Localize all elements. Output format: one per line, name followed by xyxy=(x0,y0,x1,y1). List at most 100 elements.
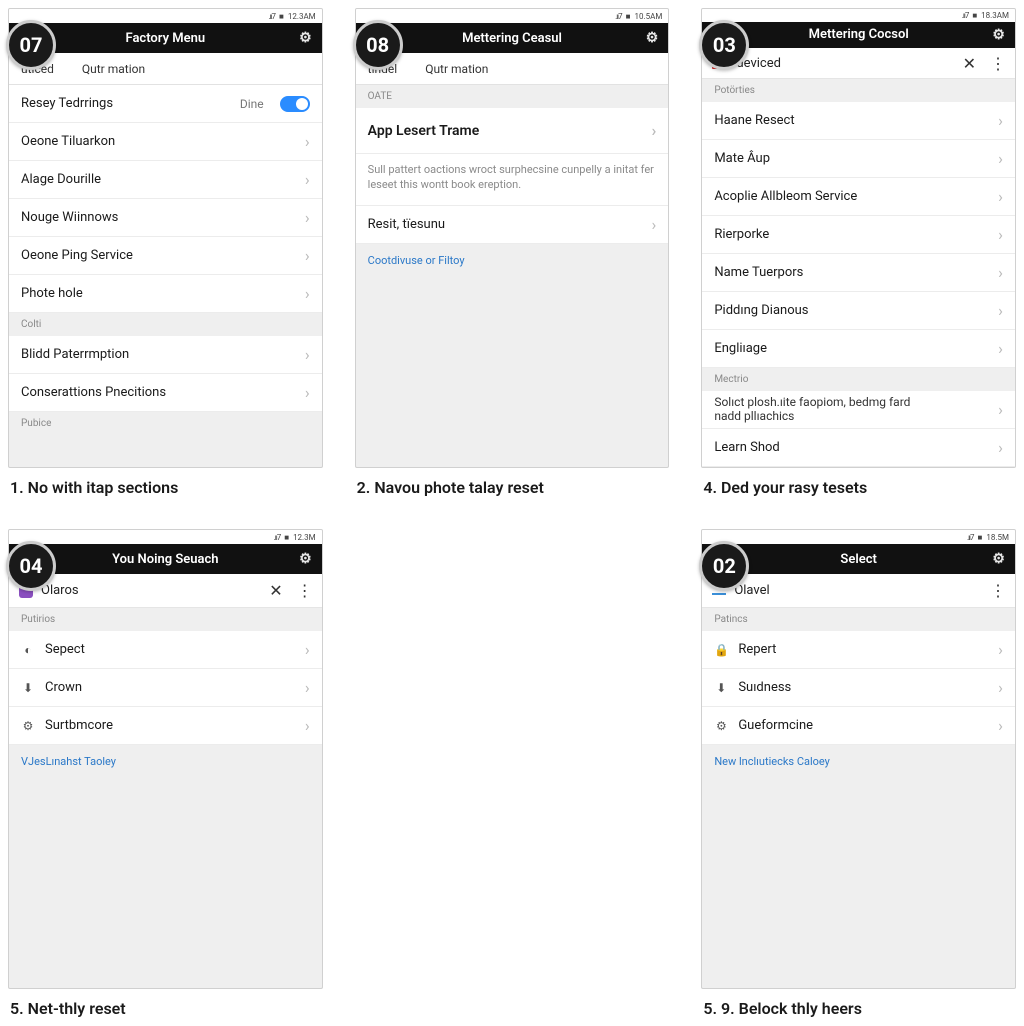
row-label: Blidd Paterrmption xyxy=(21,347,295,362)
section-mectrio: Mectrio xyxy=(702,368,1015,391)
toggle-switch[interactable] xyxy=(280,96,310,112)
cell-04: .ıı7 ■ 12.3M You Noing Seuach ⚙ Olaros ✕… xyxy=(8,529,323,1018)
link-new-incl[interactable]: New lnclıutiecks Caloey xyxy=(702,745,1015,778)
row-resey[interactable]: Resey Tedrrings Dine xyxy=(9,85,322,123)
row-repert[interactable]: 🔒Repert› xyxy=(702,631,1015,669)
status-time: 10.5AM xyxy=(635,12,663,21)
row-haane[interactable]: Haane Resect› xyxy=(702,102,1015,140)
app-title: Mettering Ceasul xyxy=(462,31,562,46)
chevron-right-icon: › xyxy=(652,121,657,140)
row-label: Conserattions Pnecitions xyxy=(21,385,295,400)
link-vjes[interactable]: VJesLınahst Taoley xyxy=(9,745,322,778)
chevron-right-icon: › xyxy=(998,438,1003,457)
row-nouge[interactable]: Nouge Wiinnows › xyxy=(9,199,322,237)
more-icon[interactable]: ⋮ xyxy=(990,54,1005,73)
chevron-right-icon: › xyxy=(998,149,1003,168)
settings-icon[interactable]: ⚙ xyxy=(299,551,312,567)
row-solict[interactable]: Solıct plosh.ıite faopiom, bedmg fard na… xyxy=(702,391,1015,429)
settings-icon[interactable]: ⚙ xyxy=(992,551,1005,567)
chevron-right-icon: › xyxy=(305,383,310,402)
row-resit[interactable]: Resit, tïesunu › xyxy=(356,206,669,244)
cell-08: .ıı7 ■ 10.5AM Mettering Ceasul ⚙ tindel … xyxy=(355,8,670,497)
phone-07: .ıı7 ■ 12.3AM Factory Menu ⚙ uticed Qutr… xyxy=(8,8,323,468)
battery-icon: ■ xyxy=(978,533,983,542)
row-rierporke[interactable]: Rierporke› xyxy=(702,216,1015,254)
row-conserations[interactable]: Conserattions Pnecitions › xyxy=(9,374,322,412)
row-line2: nadd pllıachics xyxy=(714,409,988,423)
cell-02: .ıı7 ■ 18.5M Select ⚙ Olavel ⋮ Patincs 🔒… xyxy=(701,529,1016,1018)
phone-wrap-02: .ıı7 ■ 18.5M Select ⚙ Olavel ⋮ Patincs 🔒… xyxy=(701,529,1016,989)
status-bar: .ıı7 ■ 18.3AM xyxy=(702,9,1015,22)
row-mate[interactable]: Mate Âup › xyxy=(702,140,1015,178)
tab-2[interactable]: Qutr mation xyxy=(425,62,488,76)
chevron-right-icon: › xyxy=(305,246,310,265)
section-pubice: Pubice xyxy=(9,412,322,435)
row-label: Surtbmcore xyxy=(45,718,295,733)
row-label: Resey Tedrrings xyxy=(21,96,230,111)
row-label: Mate Âup xyxy=(714,151,988,166)
row-label: Crown xyxy=(45,680,295,695)
row-learn-shod[interactable]: Learn Shod › xyxy=(702,429,1015,467)
row-app-lesert[interactable]: App Lesert Trame › xyxy=(356,108,669,154)
tab-bar: tindel Qutr mation xyxy=(356,53,669,85)
row-label: Learn Shod xyxy=(714,440,988,455)
status-time: 12.3AM xyxy=(288,12,316,21)
row-label: Suıdness xyxy=(738,680,988,695)
more-icon[interactable]: ⋮ xyxy=(990,581,1005,600)
row-label: Rierporke xyxy=(714,227,988,242)
row-suidness[interactable]: ⬇Suıdness› xyxy=(702,669,1015,707)
tab-2[interactable]: Qutr mation xyxy=(82,62,145,76)
step-badge-08: 08 xyxy=(353,20,403,70)
chevron-right-icon: › xyxy=(305,284,310,303)
row-name-tuerpors[interactable]: Name Tuerpors› xyxy=(702,254,1015,292)
row-label: App Lesert Trame xyxy=(368,123,642,139)
row-surtbmcore[interactable]: ⚙Surtbmcore› xyxy=(9,707,322,745)
status-bar: .ıı7 ■ 12.3AM xyxy=(9,9,322,23)
row-line1: Solıct plosh.ıite faopiom, bedmg fard xyxy=(714,395,988,409)
row-label: Oeone Ping Service xyxy=(21,248,295,263)
more-icon[interactable]: ⋮ xyxy=(297,581,312,600)
close-icon[interactable]: ✕ xyxy=(957,54,982,73)
row-blidd[interactable]: Blidd Paterrmption › xyxy=(9,336,322,374)
row-label: Piddıng Dianous xyxy=(714,303,988,318)
row-sepect[interactable]: ◐Sepect› xyxy=(9,631,322,669)
chevron-right-icon: › xyxy=(998,187,1003,206)
tab-bar: uticed Qutr mation xyxy=(9,53,322,85)
link-cootdivuse[interactable]: Cootdivuse or Filtoy xyxy=(356,244,669,277)
download-icon: ⬇ xyxy=(714,681,728,695)
row-oeone-tiluarkon[interactable]: Oeone Tiluarkon › xyxy=(9,123,322,161)
step-badge-02: 02 xyxy=(699,541,749,591)
row-crown[interactable]: ⬇Crown› xyxy=(9,669,322,707)
status-time: 12.3M xyxy=(293,533,316,542)
download-icon: ⬇ xyxy=(21,681,35,695)
battery-icon: ■ xyxy=(284,533,289,542)
battery-icon: ■ xyxy=(626,12,631,21)
close-icon[interactable]: ✕ xyxy=(263,581,288,600)
row-alage[interactable]: Alage Dourille › xyxy=(9,161,322,199)
row-oeone-ping[interactable]: Oeone Ping Service › xyxy=(9,237,322,275)
step-badge-07: 07 xyxy=(6,20,56,70)
gear-icon: ⚙ xyxy=(21,719,35,733)
status-time: 18.3AM xyxy=(981,11,1009,20)
row-gueformcine[interactable]: ⚙Gueformcine› xyxy=(702,707,1015,745)
settings-icon[interactable]: ⚙ xyxy=(299,30,312,46)
row-engliage[interactable]: Engliıage› xyxy=(702,330,1015,368)
step-badge-04: 04 xyxy=(6,541,56,591)
chevron-right-icon: › xyxy=(305,132,310,151)
phone-wrap-08: .ıı7 ■ 10.5AM Mettering Ceasul ⚙ tindel … xyxy=(355,8,670,468)
phone-08: .ıı7 ■ 10.5AM Mettering Ceasul ⚙ tindel … xyxy=(355,8,670,468)
settings-icon[interactable]: ⚙ xyxy=(992,27,1005,43)
row-phote-hole[interactable]: Phote hole › xyxy=(9,275,322,313)
phone-wrap-07: .ıı7 ■ 12.3AM Factory Menu ⚙ uticed Qutr… xyxy=(8,8,323,468)
person-icon: ◐ xyxy=(21,643,35,657)
section-putirios: Putirios xyxy=(9,608,322,631)
settings-icon[interactable]: ⚙ xyxy=(646,30,659,46)
phone-02: .ıı7 ■ 18.5M Select ⚙ Olavel ⋮ Patincs 🔒… xyxy=(701,529,1016,989)
row-label: Gueformcine xyxy=(738,718,988,733)
app-icon xyxy=(712,593,726,595)
lock-icon: 🔒 xyxy=(714,643,728,657)
signal-icon: .ıı7 xyxy=(967,533,974,542)
status-bar: .ıı7 ■ 10.5AM xyxy=(356,9,669,23)
row-acoplie[interactable]: Acoplie Allbleom Service› xyxy=(702,178,1015,216)
row-piddng[interactable]: Piddıng Dianous› xyxy=(702,292,1015,330)
